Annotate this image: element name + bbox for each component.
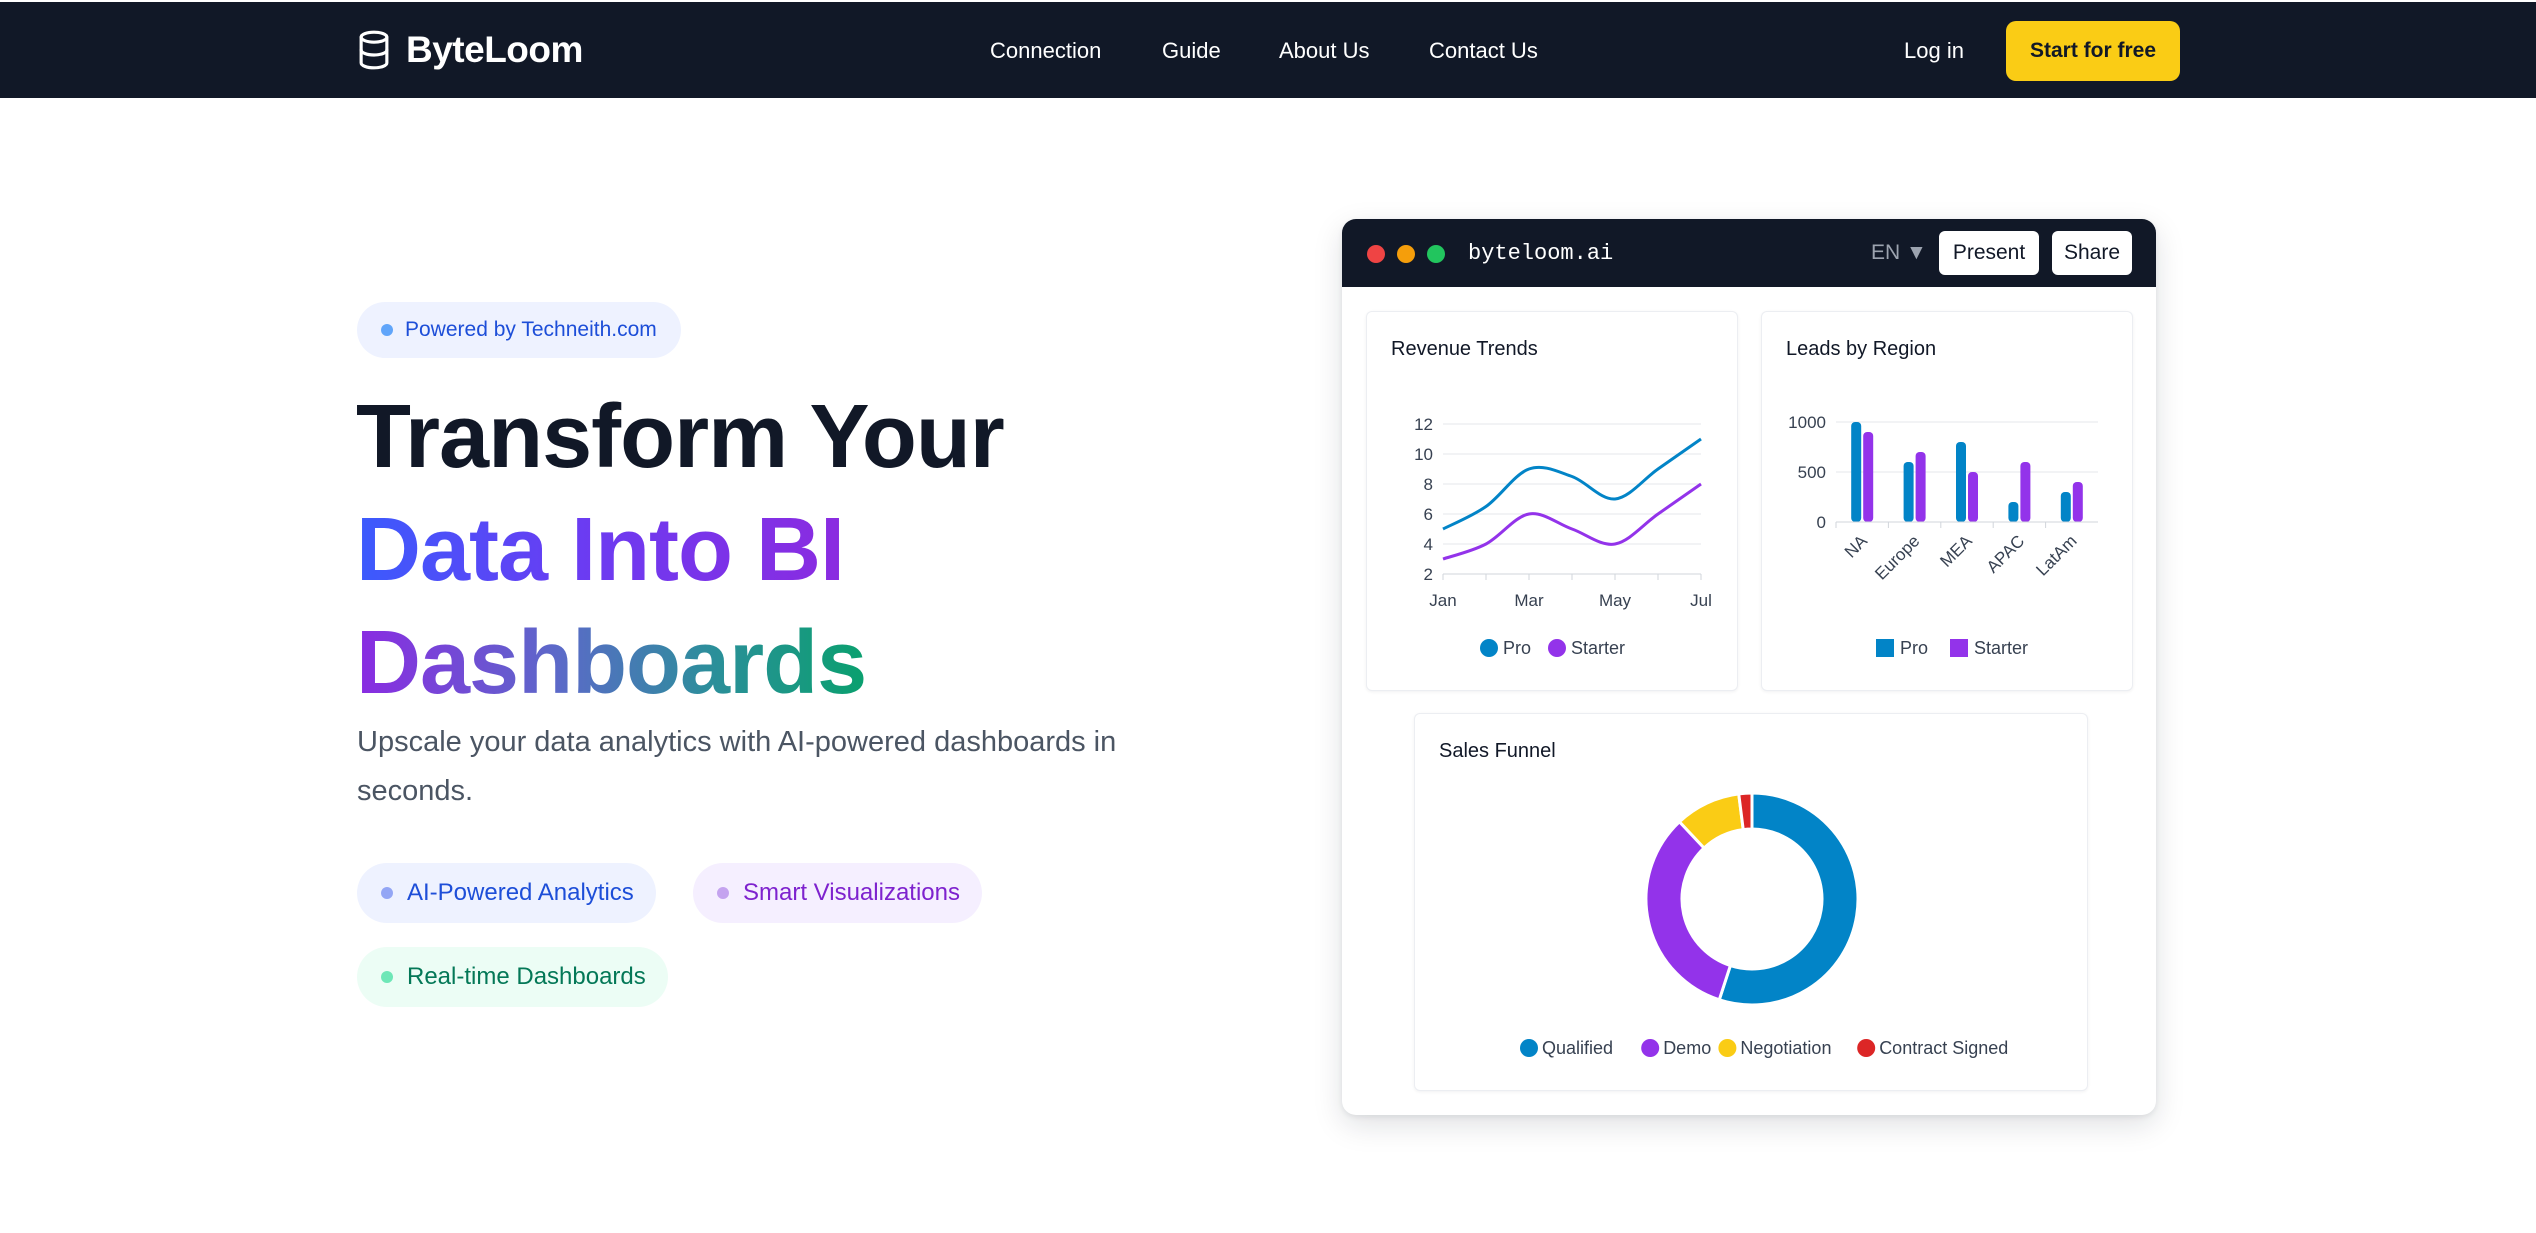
powered-by-text: Powered by Techneith.com <box>405 318 657 341</box>
x-tick-label: NA <box>1841 531 1872 562</box>
brand-logo[interactable]: ByteLoom <box>356 24 583 76</box>
legend-label: Starter <box>1974 638 2028 658</box>
bar-starter <box>1915 452 1926 522</box>
pill-label: AI-Powered Analytics <box>407 879 634 906</box>
x-tick-label: Europe <box>1871 531 1923 583</box>
y-tick-label: 500 <box>1798 463 1826 482</box>
start-for-free-button[interactable]: Start for free <box>2006 21 2180 81</box>
bar-pro <box>1903 462 1914 522</box>
nav-link-contact-us[interactable]: Contact Us <box>1429 38 1538 64</box>
legend-swatch <box>1548 639 1566 657</box>
revenue-trends-card: Revenue Trends 2 4 6 8 10 12 Jan Mar May Jul Pro St… <box>1366 311 1738 691</box>
leads-by-region-card: Leads by Region 0 500 1000 NA Europe MEA APAC L… <box>1761 311 2133 691</box>
leads-by-region-chart: 0 500 1000 NA Europe MEA APAC LatAm Pro Starter <box>1788 413 2098 658</box>
x-tick-label: LatAm <box>2032 531 2080 579</box>
window-titlebar: byteloom.ai EN ▼ Present Share <box>1342 219 2156 287</box>
pie-slice-demo <box>1644 819 1733 1002</box>
bar-starter <box>1863 432 1874 522</box>
legend-label: Demo <box>1663 1038 1711 1058</box>
x-tick-label: Jul <box>1690 591 1712 610</box>
database-icon <box>359 30 389 70</box>
pill-dot <box>381 971 393 983</box>
series-line-starter <box>1442 482 1702 561</box>
top-navbar: ByteLoom Connection Guide About Us Conta… <box>0 0 2536 98</box>
pill-dot <box>381 887 393 899</box>
bar-starter <box>2020 462 2031 522</box>
legend-label: Pro <box>1900 638 1928 658</box>
hero-title-line-3: Dashboards <box>356 618 867 718</box>
legend-swatch <box>1950 639 1968 657</box>
sales-funnel-card: Sales Funnel Qualified Demo Negotiation Con… <box>1414 713 2088 1091</box>
feature-pill-ai-analytics: AI-Powered Analytics <box>357 863 656 923</box>
x-tick-label: Mar <box>1514 591 1544 610</box>
bar-pro <box>1956 442 1966 522</box>
login-link[interactable]: Log in <box>1904 38 1964 64</box>
hero-title-line-2: Data Into BI <box>356 505 845 603</box>
y-tick-label: 1000 <box>1788 413 1826 432</box>
legend-label: Pro <box>1503 638 1531 658</box>
y-tick-label: 8 <box>1424 475 1433 494</box>
window-url: byteloom.ai <box>1468 241 1614 266</box>
nav-link-connection[interactable]: Connection <box>990 38 1101 64</box>
legend-swatch <box>1480 639 1498 657</box>
bar-pro <box>1851 422 1862 522</box>
maximize-dot-icon <box>1427 245 1445 263</box>
language-select[interactable]: EN ▼ <box>1871 241 1927 265</box>
hero-subtitle: Upscale your data analytics with AI-powe… <box>357 726 1117 807</box>
y-tick-label: 4 <box>1424 535 1433 554</box>
dashboard-preview-window: byteloom.ai EN ▼ Present Share Revenue T… <box>1342 219 2156 1115</box>
minimize-dot-icon <box>1397 245 1415 263</box>
feature-pill-smart-visualizations: Smart Visualizations <box>693 863 982 923</box>
nav-link-guide[interactable]: Guide <box>1162 38 1221 64</box>
legend-swatch <box>1876 639 1894 657</box>
pill-dot <box>717 887 729 899</box>
legend-swatch <box>1718 1039 1737 1057</box>
sales-funnel-chart: Qualified Demo Negotiation Contract Signed <box>1520 791 2008 1058</box>
close-dot-icon <box>1367 245 1385 263</box>
legend-swatch <box>1641 1039 1660 1057</box>
nav-link-about-us[interactable]: About Us <box>1279 38 1370 64</box>
legend-swatch <box>1520 1039 1538 1057</box>
present-button[interactable]: Present <box>1939 231 2039 275</box>
x-tick-label: Jan <box>1429 591 1456 610</box>
powered-by-badge: Powered by Techneith.com <box>357 302 681 358</box>
legend-label: Negotiation <box>1740 1038 1831 1058</box>
legend-label: Contract Signed <box>1879 1038 2008 1058</box>
pill-label: Smart Visualizations <box>743 879 960 906</box>
y-tick-label: 10 <box>1414 445 1433 464</box>
x-tick-label: MEA <box>1936 531 1976 571</box>
pill-label: Real-time Dashboards <box>407 963 646 990</box>
legend-label: Qualified <box>1542 1038 1613 1058</box>
y-tick-label: 6 <box>1424 505 1433 524</box>
brand-name: ByteLoom <box>406 29 583 70</box>
legend-swatch <box>1857 1039 1876 1057</box>
bar-starter <box>2072 482 2083 522</box>
hero-title-line-1: Transform Your <box>356 387 1005 487</box>
bar-starter <box>1968 472 1978 522</box>
x-tick-label: APAC <box>1983 531 2028 576</box>
y-tick-label: 12 <box>1414 415 1433 434</box>
x-tick-label: May <box>1599 591 1632 610</box>
bar-pro <box>2008 502 2019 522</box>
y-tick-label: 0 <box>1817 513 1826 532</box>
badge-dot <box>381 324 393 336</box>
bar-pro <box>2060 492 2071 522</box>
revenue-trends-chart: 2 4 6 8 10 12 Jan Mar May Jul Pro Starter <box>1414 415 1712 658</box>
share-button[interactable]: Share <box>2052 231 2132 275</box>
y-tick-label: 2 <box>1424 565 1433 584</box>
feature-pill-realtime-dashboards: Real-time Dashboards <box>357 947 668 1007</box>
legend-label: Starter <box>1571 638 1625 658</box>
